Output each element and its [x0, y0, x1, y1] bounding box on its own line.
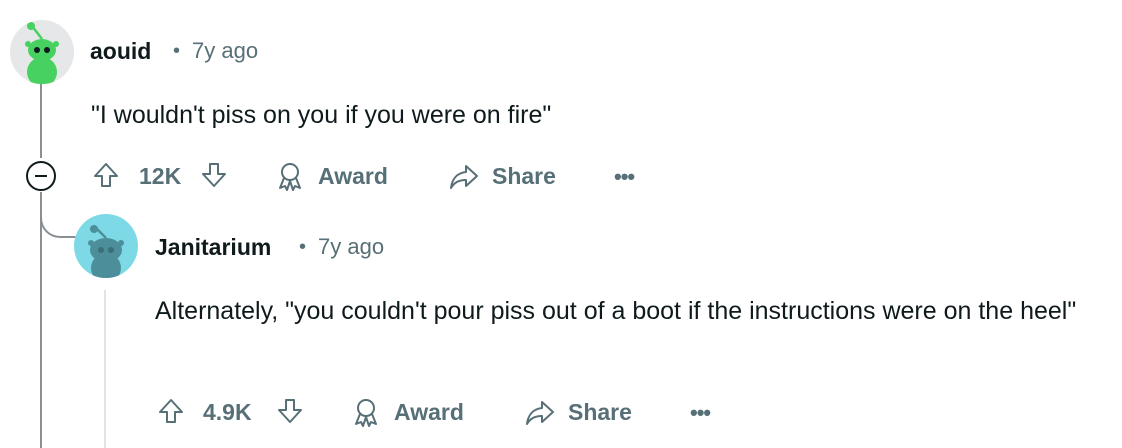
vote-count: 4.9K [203, 399, 252, 425]
thread-line-reply [104, 290, 106, 448]
separator-dot: • [299, 236, 307, 258]
comment-body: Alternately, "you couldn't pour piss out… [155, 297, 1077, 325]
award-icon [355, 399, 377, 427]
share-icon [450, 165, 478, 189]
award-button[interactable]: Award [350, 396, 464, 428]
upvote-icon[interactable] [89, 158, 123, 192]
award-label: Award [318, 162, 388, 189]
username[interactable]: aouid [90, 38, 151, 65]
timestamp[interactable]: 7y ago [318, 234, 384, 260]
avatar[interactable] [74, 214, 138, 278]
share-icon [526, 401, 554, 425]
vote-count: 12K [139, 163, 182, 189]
avatar[interactable] [10, 20, 74, 84]
share-button[interactable]: Share [448, 160, 556, 192]
upvote-icon[interactable] [154, 394, 188, 428]
award-icon [279, 163, 301, 191]
more-options-button[interactable]: ••• [614, 164, 635, 190]
award-button[interactable]: Award [274, 160, 388, 192]
share-button[interactable]: Share [524, 396, 632, 428]
comment-body: "I wouldn't piss on you if you were on f… [91, 101, 552, 129]
more-options-button[interactable]: ••• [690, 400, 711, 426]
timestamp[interactable]: 7y ago [192, 38, 258, 64]
username[interactable]: Janitarium [155, 234, 271, 261]
award-label: Award [394, 398, 464, 425]
thread-branch-curve [40, 192, 76, 238]
downvote-icon[interactable] [273, 394, 307, 428]
share-label: Share [492, 162, 556, 189]
thread-line-main-lower [40, 192, 42, 448]
downvote-icon[interactable] [197, 158, 231, 192]
snoo-avatar-icon [88, 225, 124, 278]
snoo-avatar-icon [25, 22, 59, 84]
separator-dot: • [173, 40, 181, 62]
thread-line-main [40, 84, 42, 158]
share-label: Share [568, 398, 632, 425]
collapse-thread-button[interactable] [26, 161, 56, 191]
